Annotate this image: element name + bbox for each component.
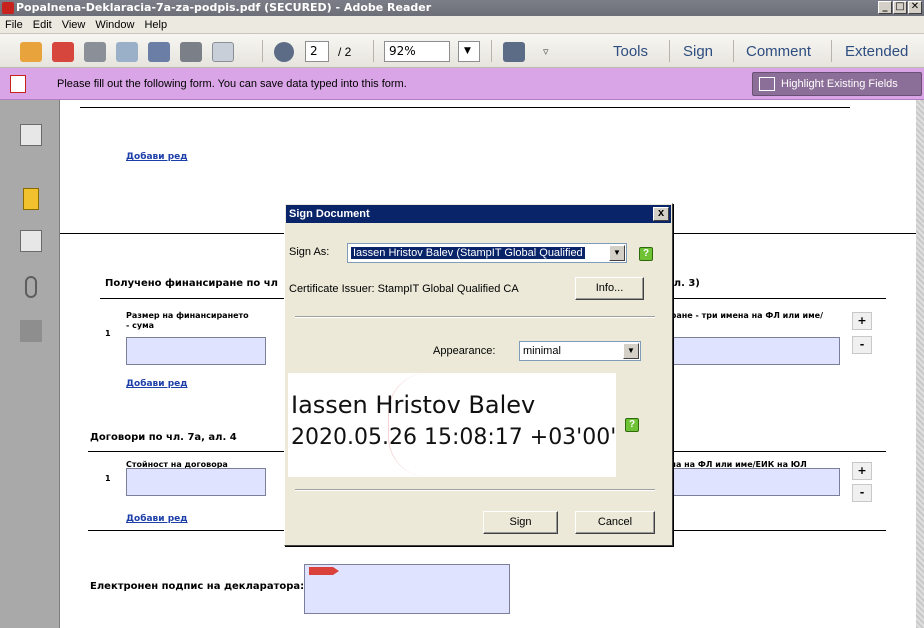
adobe-reader-icon <box>2 2 14 14</box>
toolbar-separator <box>669 40 670 62</box>
close-window-button[interactable]: ✕ <box>908 1 922 14</box>
window-title: Popalnena-Deklaracia-7a-za-podpis.pdf (S… <box>16 1 432 14</box>
signature-appearance-preview: Iassen Hristov Balev 2020.05.26 15:08:17… <box>288 373 616 477</box>
info-button[interactable]: Info... <box>575 277 644 300</box>
sign-as-value: Iassen Hristov Balev (StampIT Global Qua… <box>350 246 586 260</box>
email-icon[interactable] <box>212 42 234 62</box>
vertical-scrollbar[interactable] <box>916 100 924 628</box>
chevron-down-icon: ▼ <box>609 245 625 261</box>
save-icon[interactable] <box>148 42 170 62</box>
toolbar-separator <box>831 40 832 62</box>
print-icon[interactable] <box>180 42 202 62</box>
sign-as-help-icon[interactable]: ? <box>639 247 653 261</box>
zoom-dropdown-arrow-icon[interactable]: ▼ <box>458 41 480 62</box>
window-title-bar: Popalnena-Deklaracia-7a-za-podpis.pdf (S… <box>0 0 924 16</box>
edit-icon[interactable] <box>84 42 106 62</box>
signatures-icon[interactable] <box>20 320 42 342</box>
highlight-fields-label: Highlight Existing Fields <box>781 78 898 90</box>
remove-row-minus-button[interactable]: - <box>852 484 872 502</box>
left-navigation-pane <box>0 100 60 628</box>
row-number: 1 <box>105 329 111 338</box>
toolbar-separator <box>491 40 492 62</box>
previous-page-icon[interactable] <box>274 42 294 62</box>
amount-field[interactable] <box>126 337 266 365</box>
column-amount-sublabel: - сума <box>126 321 154 330</box>
layers-icon[interactable] <box>20 230 42 252</box>
sign-as-label: Sign As: <box>289 246 330 258</box>
appearance-value: minimal <box>523 345 561 357</box>
toolbar-separator <box>373 40 374 62</box>
attachment-paperclip-icon[interactable] <box>25 276 37 298</box>
create-pdf-icon[interactable] <box>20 42 42 62</box>
page-number-input[interactable]: 2 <box>305 41 329 62</box>
dialog-divider <box>295 489 655 491</box>
row-number: 1 <box>105 474 111 483</box>
sign-button[interactable]: Sign <box>483 511 558 534</box>
contractor-name-field[interactable] <box>673 468 840 496</box>
maximize-button[interactable]: □ <box>893 1 907 14</box>
signature-label: Електронен подпис на декларатора: <box>90 581 305 592</box>
toolbar: 2 / 2 92% ▼ ▿ Tools Sign Comment Extende… <box>0 34 924 68</box>
toolbar-separator <box>733 40 734 62</box>
add-row-link[interactable]: Добави ред <box>126 379 188 389</box>
menu-help[interactable]: Help <box>139 16 172 34</box>
menu-view[interactable]: View <box>57 16 91 34</box>
add-row-plus-button[interactable]: + <box>852 312 872 330</box>
form-notice-bar: Please fill out the following form. You … <box>0 68 924 100</box>
export-pdf-icon[interactable] <box>52 42 74 62</box>
add-row-link[interactable]: Добави ред <box>126 152 188 162</box>
form-notice-text: Please fill out the following form. You … <box>57 78 407 90</box>
column-amount-label: Размер на финансирането <box>126 311 249 320</box>
highlight-existing-fields-button[interactable]: Highlight Existing Fields <box>752 72 922 96</box>
add-row-link[interactable]: Добави ред <box>126 514 188 524</box>
sign-document-dialog: Sign Document x Sign As: Iassen Hristov … <box>284 203 673 546</box>
fullscreen-icon[interactable] <box>503 42 525 62</box>
dialog-close-button[interactable]: x <box>653 207 669 221</box>
page-total: / 2 <box>338 45 352 59</box>
table-top-border <box>80 100 850 108</box>
column-right-label: иране - три имена на ФЛ или име/ <box>665 311 824 320</box>
menu-bar: File Edit View Window Help <box>0 16 924 34</box>
preview-signer-name: Iassen Hristov Balev <box>291 391 536 419</box>
section-title-financing: Получено финансиране по чл <box>105 278 278 289</box>
highlight-fields-icon <box>759 77 775 91</box>
contract-value-field[interactable] <box>126 468 266 496</box>
appearance-label: Appearance: <box>433 345 496 357</box>
chevron-down-icon: ▼ <box>623 343 639 359</box>
menu-edit[interactable]: Edit <box>28 16 57 34</box>
comment-pane-button[interactable]: Comment <box>746 42 811 62</box>
preview-signing-date: 2020.05.26 15:08:17 +03'00' <box>291 425 616 450</box>
signature-field[interactable] <box>304 564 510 614</box>
dialog-title: Sign Document <box>289 208 370 220</box>
tools-pane-button[interactable]: Tools <box>613 42 648 62</box>
lock-icon[interactable] <box>23 188 39 210</box>
menu-window[interactable]: Window <box>90 16 139 34</box>
upload-icon[interactable] <box>116 42 138 62</box>
toolbar-separator <box>262 40 263 62</box>
minimize-button[interactable]: _ <box>878 1 892 14</box>
menu-file[interactable]: File <box>0 16 28 34</box>
funder-name-field[interactable] <box>673 337 840 365</box>
form-notice-icon <box>10 75 26 93</box>
pages-thumbnail-icon[interactable] <box>20 124 42 146</box>
signature-flag-icon <box>309 567 339 575</box>
cancel-button[interactable]: Cancel <box>575 511 655 534</box>
section-title-contracts: Договори по чл. 7а, ал. 4 <box>90 432 237 443</box>
extended-pane-button[interactable]: Extended <box>845 42 908 62</box>
sign-pane-button[interactable]: Sign <box>683 42 713 62</box>
certificate-issuer-text: Certificate Issuer: StampIT Global Quali… <box>289 283 519 295</box>
customize-toolbar-icon[interactable]: ▿ <box>543 42 549 62</box>
dialog-title-bar: Sign Document x <box>286 205 671 223</box>
dialog-divider <box>295 316 655 318</box>
appearance-help-icon[interactable]: ? <box>625 418 639 432</box>
remove-row-minus-button[interactable]: - <box>852 336 872 354</box>
appearance-select[interactable]: minimal ▼ <box>519 341 641 361</box>
sign-as-select[interactable]: Iassen Hristov Balev (StampIT Global Qua… <box>347 243 627 263</box>
zoom-input[interactable]: 92% <box>384 41 450 62</box>
add-row-plus-button[interactable]: + <box>852 462 872 480</box>
